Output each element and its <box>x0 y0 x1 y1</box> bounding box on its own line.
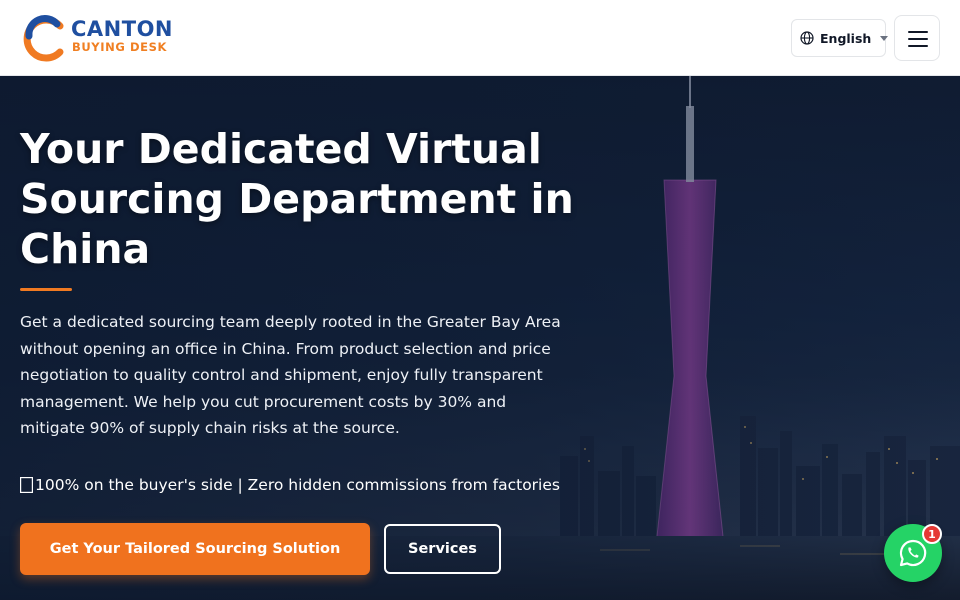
shield-icon <box>20 477 33 493</box>
hero-description: Get a dedicated sourcing team deeply roo… <box>20 313 561 438</box>
hero-section: Your Dedicated Virtual Sourcing Departme… <box>0 76 960 600</box>
globe-icon <box>800 31 814 45</box>
language-selector[interactable]: English <box>791 19 889 57</box>
site-header: CANTON BUYING DESK English <box>0 0 960 76</box>
services-button[interactable]: Services <box>384 524 501 574</box>
accent-divider <box>20 288 72 291</box>
tailored-solution-button[interactable]: Get Your Tailored Sourcing Solution <box>20 523 370 575</box>
language-label: English <box>820 30 872 46</box>
logo-link[interactable]: CANTON BUYING DESK <box>20 14 180 62</box>
c-logo-icon <box>23 15 64 62</box>
hamburger-line <box>908 31 928 33</box>
guarantee-text: 100% on the buyer's side | Zero hidden c… <box>35 476 560 494</box>
notification-badge: 1 <box>922 524 942 544</box>
logo-tagline: BUYING DESK <box>72 40 167 54</box>
caret-down-icon <box>880 35 889 41</box>
menu-button[interactable] <box>894 15 940 61</box>
logo-wordmark: CANTON <box>71 17 173 41</box>
hamburger-line <box>908 45 928 47</box>
hero-title: Your Dedicated Virtual Sourcing Departme… <box>20 125 574 273</box>
hamburger-line <box>908 38 928 40</box>
guarantee-line: 100% on the buyer's side | Zero hidden c… <box>20 475 620 495</box>
whatsapp-icon <box>899 539 927 567</box>
